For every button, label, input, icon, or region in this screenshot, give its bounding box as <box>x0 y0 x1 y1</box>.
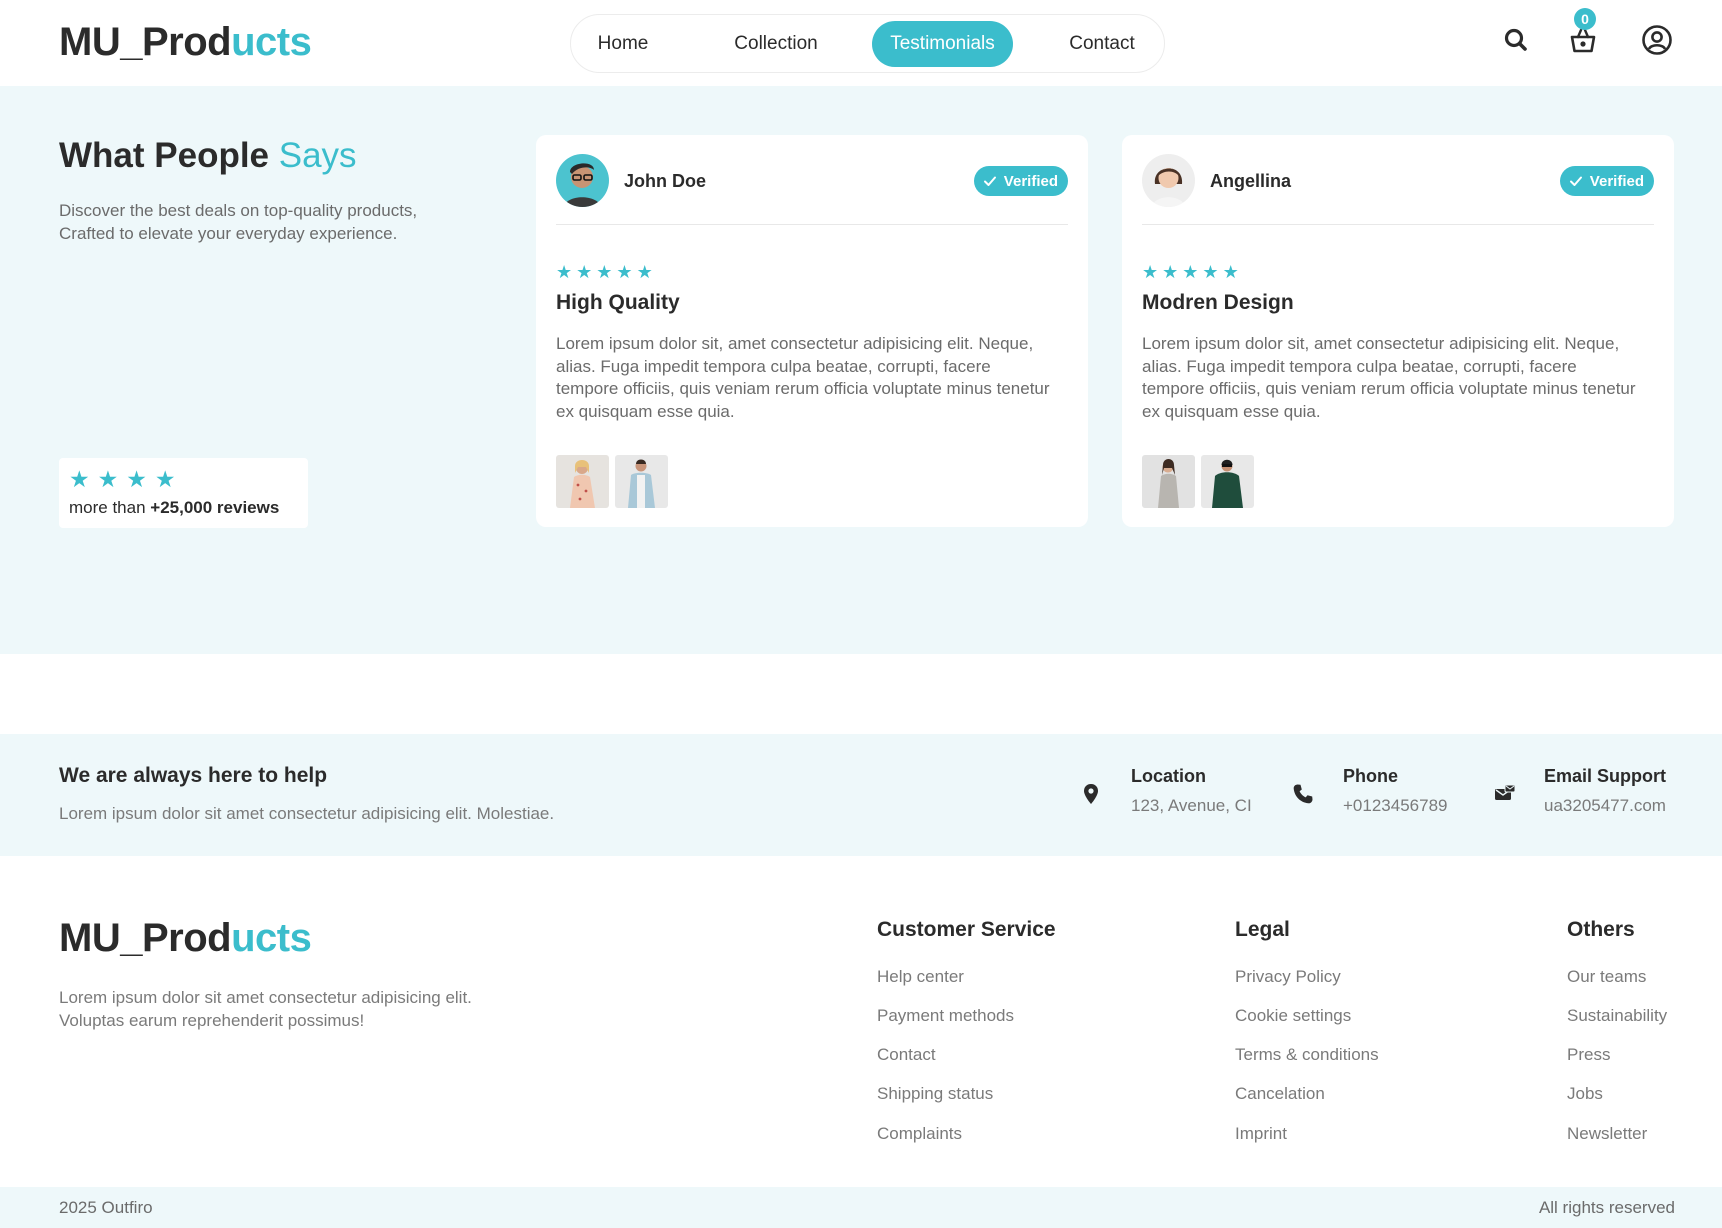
footer-link[interactable]: Complaints <box>877 1124 962 1144</box>
testimonial-card: John Doe Verified ★ ★ ★ ★ ★ High Quality Lor… <box>536 135 1088 527</box>
star-icon: ★ <box>154 466 176 492</box>
footer-link[interactable]: Privacy Policy <box>1235 967 1341 987</box>
location-pin-icon <box>1079 782 1103 806</box>
star-icon: ★ <box>596 262 613 282</box>
rating-stars: ★ ★ ★ ★ ★ <box>556 263 653 281</box>
star-icon: ★ <box>1182 262 1199 282</box>
nav-testimonials[interactable]: Testimonials <box>872 21 1013 67</box>
avatar <box>1142 154 1195 207</box>
footer-link[interactable]: Terms & conditions <box>1235 1045 1379 1065</box>
reviews-prefix: more than <box>69 498 151 517</box>
card-divider <box>1142 224 1654 225</box>
verified-label: Verified <box>1003 172 1058 190</box>
check-icon <box>1569 176 1582 186</box>
footer-bottom-bar: 2025 Outfiro All rights reserved <box>0 1187 1722 1228</box>
star-icon: ★ <box>1162 262 1179 282</box>
star-icon: ★ <box>1202 262 1219 282</box>
main-nav: Home Collection Testimonials Contact <box>570 14 1165 73</box>
star-icon: ★ <box>126 466 147 492</box>
help-heading: We are always here to help <box>59 764 328 787</box>
reviewer-name: Angellina <box>1210 171 1292 191</box>
cart-count-badge: 0 <box>1574 8 1596 30</box>
logo-accent-text: ucts <box>231 916 312 960</box>
footer-link[interactable]: Press <box>1567 1045 1610 1065</box>
header-logo[interactable]: MU_Products <box>59 20 312 65</box>
help-section: We are always here to help Lorem ipsum d… <box>0 734 1722 856</box>
verified-badge: Verified <box>973 166 1068 196</box>
email-label: Email Support <box>1544 766 1667 786</box>
footer-link[interactable]: Our teams <box>1567 967 1646 987</box>
footer-column-heading: Legal <box>1235 918 1290 941</box>
rating-stars: ★ ★ ★ ★ ★ <box>1142 263 1239 281</box>
footer-logo[interactable]: MU_Products <box>59 916 312 961</box>
location-label: Location <box>1131 766 1206 786</box>
site-header: MU_Products Home Collection Testimonials… <box>0 0 1722 86</box>
footer-link[interactable]: Newsletter <box>1567 1124 1647 1144</box>
review-text: Lorem ipsum dolor sit, amet consectetur … <box>556 334 1050 421</box>
product-thumbnail[interactable] <box>615 455 668 508</box>
footer-link[interactable]: Shipping status <box>877 1084 993 1104</box>
nav-contact[interactable]: Contact <box>1049 21 1155 67</box>
check-icon <box>983 176 996 186</box>
product-thumbnail[interactable] <box>1142 455 1195 508</box>
logo-accent-text: ucts <box>231 20 312 64</box>
product-thumbnail[interactable] <box>1201 455 1254 508</box>
email-value[interactable]: ua3205477.com <box>1544 796 1666 816</box>
footer-link[interactable]: Payment methods <box>877 1006 1014 1026</box>
avatar <box>556 154 609 207</box>
phone-label: Phone <box>1343 766 1399 786</box>
verified-badge: Verified <box>1559 166 1654 196</box>
star-icon: ★ <box>69 466 90 492</box>
rights-text: All rights reserved <box>1538 1198 1675 1217</box>
footer-column-heading: Customer Service <box>877 918 1056 941</box>
testimonials-heading: What People Says <box>59 136 357 176</box>
star-icon: ★ <box>616 262 633 282</box>
star-icon: ★ <box>556 262 573 282</box>
help-subtitle: Lorem ipsum dolor sit amet consectetur a… <box>59 804 555 823</box>
copyright-text: 2025 Outfiro <box>59 1198 153 1217</box>
footer-link[interactable]: Imprint <box>1235 1124 1287 1144</box>
nav-home[interactable]: Home <box>577 21 669 67</box>
search-icon[interactable] <box>1500 24 1532 56</box>
product-thumbnail[interactable] <box>556 455 609 508</box>
review-title: Modren Design <box>1142 291 1294 314</box>
star-icon: ★ <box>636 262 653 282</box>
testimonials-section: What People Says Discover the best deals… <box>0 86 1722 654</box>
testimonials-description: Discover the best deals on top-quality p… <box>59 201 418 243</box>
testimonial-card: Angellina Verified ★ ★ ★ ★ ★ Modren Design L… <box>1122 135 1674 527</box>
footer-column-heading: Others <box>1567 918 1635 941</box>
email-support-icon <box>1493 782 1517 806</box>
star-icon: ★ <box>1222 262 1239 282</box>
reviews-count: +25,000 reviews <box>150 498 280 517</box>
nav-collection[interactable]: Collection <box>703 21 849 67</box>
reviews-count-text: more than +25,000 reviews <box>69 498 279 518</box>
footer-link[interactable]: Contact <box>877 1045 936 1065</box>
footer-link[interactable]: Sustainability <box>1567 1006 1667 1026</box>
logo-text: MU_Prod <box>59 916 232 960</box>
phone-value[interactable]: +0123456789 <box>1343 796 1447 816</box>
logo-text: MU_Prod <box>59 20 232 64</box>
location-value: 123, Avenue, CI <box>1131 796 1252 815</box>
reviewer-name: John Doe <box>624 171 707 191</box>
verified-label: Verified <box>1589 172 1644 190</box>
star-icon: ★ <box>576 262 593 282</box>
footer-description: Lorem ipsum dolor sit amet consectetur a… <box>59 988 472 1030</box>
user-icon[interactable] <box>1641 24 1673 56</box>
review-text: Lorem ipsum dolor sit, amet consectetur … <box>1142 334 1636 421</box>
footer-link[interactable]: Jobs <box>1567 1084 1603 1104</box>
card-divider <box>556 224 1068 225</box>
star-icon: ★ <box>1142 262 1159 282</box>
star-icon: ★ <box>97 466 119 492</box>
heading-main-text: What People <box>59 136 279 175</box>
footer-link[interactable]: Cookie settings <box>1235 1006 1351 1026</box>
heading-accent-text: Says <box>278 136 357 175</box>
review-title: High Quality <box>556 291 680 314</box>
phone-icon <box>1291 782 1315 806</box>
footer-link[interactable]: Help center <box>877 967 964 987</box>
footer-link[interactable]: Cancelation <box>1235 1084 1325 1104</box>
summary-stars: ★ ★ ★ ★ <box>69 466 176 492</box>
reviews-summary: ★ ★ ★ ★ more than +25,000 reviews <box>59 458 308 528</box>
